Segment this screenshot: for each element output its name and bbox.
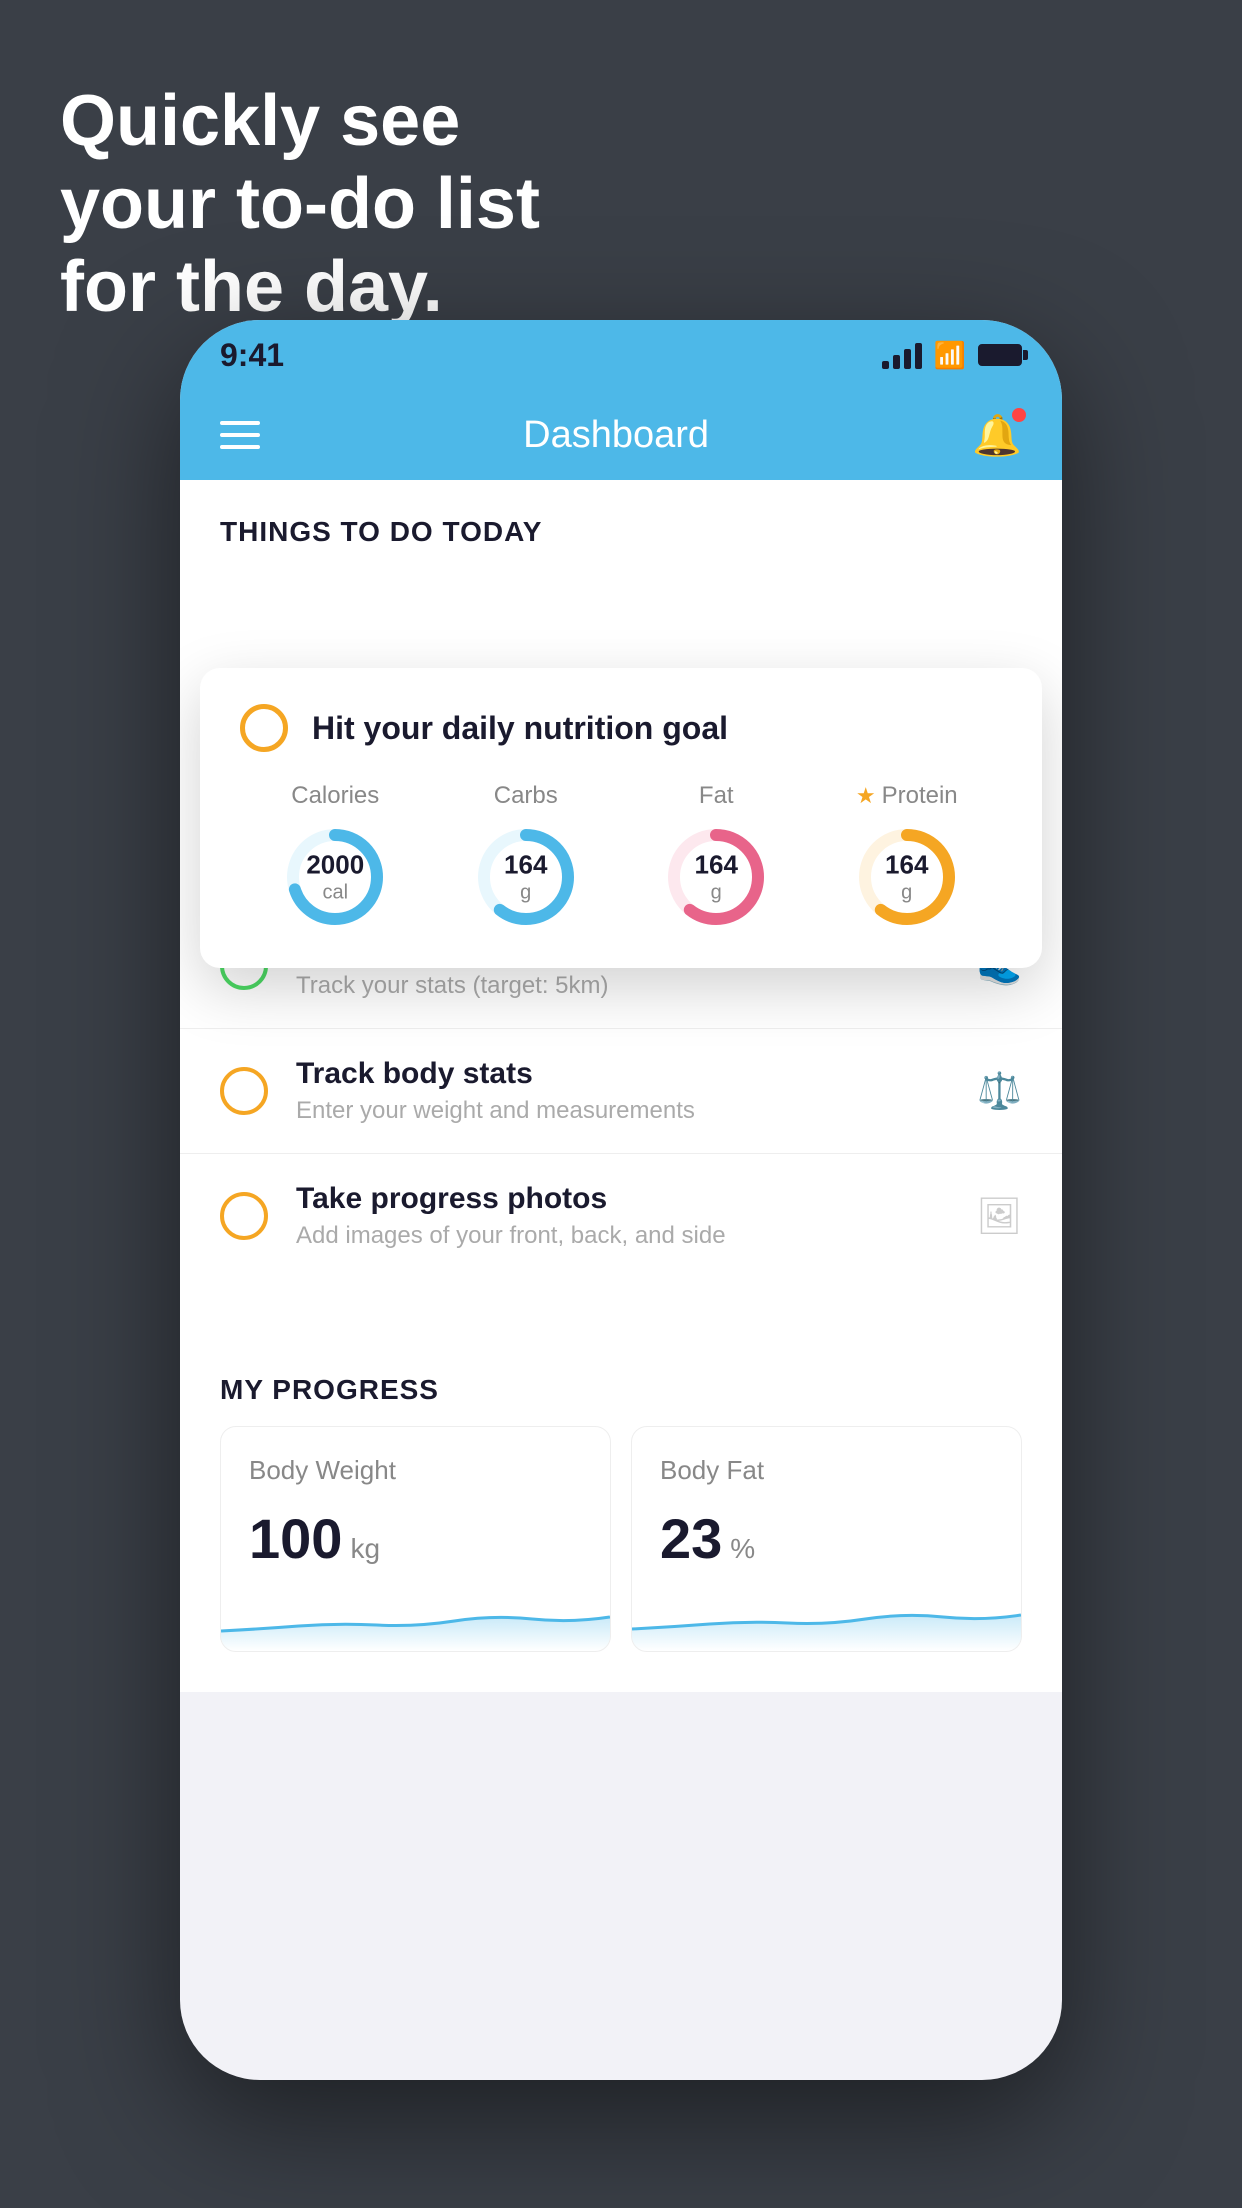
body-fat-number: 23	[660, 1506, 722, 1571]
notification-button[interactable]: 🔔	[972, 412, 1022, 459]
carbs-value: 164	[504, 849, 547, 880]
star-icon: ★	[856, 783, 876, 809]
photos-text: Take progress photos Add images of your …	[296, 1182, 976, 1250]
menu-button[interactable]	[220, 421, 260, 449]
progress-header: MY PROGRESS	[180, 1338, 1062, 1426]
carbs-unit: g	[504, 881, 547, 905]
page-headline: Quickly see your to-do list for the day.	[60, 80, 540, 328]
body-stats-title: Track body stats	[296, 1057, 977, 1091]
nutrition-card[interactable]: Hit your daily nutrition goal Calories 2…	[200, 668, 1042, 968]
fat-label: Fat	[699, 782, 734, 810]
phone-frame: 9:41 📶 Dashboard 🔔 THINGS TO DO TODAY	[180, 320, 1062, 2080]
protein-label: Protein	[882, 782, 958, 810]
nutrition-fat: Fat 164 g	[661, 782, 771, 932]
todo-item-body-stats[interactable]: Track body stats Enter your weight and m…	[180, 1029, 1062, 1154]
body-fat-chart	[632, 1591, 1021, 1651]
fat-value: 164	[695, 849, 738, 880]
body-stats-text: Track body stats Enter your weight and m…	[296, 1057, 977, 1125]
nutrition-card-title: Hit your daily nutrition goal	[312, 710, 728, 747]
scale-icon: ⚖️	[977, 1070, 1022, 1112]
fat-donut: 164 g	[661, 822, 771, 932]
progress-cards: Body Weight 100 kg	[180, 1426, 1062, 1692]
app-header: Dashboard 🔔	[180, 390, 1062, 480]
body-weight-chart	[221, 1591, 610, 1651]
protein-donut: 164 g	[852, 822, 962, 932]
body-fat-value-row: 23 %	[660, 1506, 993, 1571]
fat-unit: g	[695, 881, 738, 905]
calories-unit: cal	[306, 881, 364, 905]
headline-line3: for the day.	[60, 247, 443, 327]
nutrition-circles: Calories 2000 cal Carbs	[240, 782, 1002, 932]
todo-item-photos[interactable]: Take progress photos Add images of your …	[180, 1154, 1062, 1278]
body-weight-label: Body Weight	[249, 1455, 582, 1486]
nutrition-protein: ★ Protein 164 g	[852, 782, 962, 932]
body-weight-value-row: 100 kg	[249, 1506, 582, 1571]
nutrition-card-header: Hit your daily nutrition goal	[240, 704, 1002, 752]
protein-value: 164	[885, 849, 928, 880]
status-time: 9:41	[220, 337, 284, 374]
headline-line1: Quickly see	[60, 81, 460, 161]
header-title: Dashboard	[523, 414, 709, 457]
protein-label-wrapper: ★ Protein	[856, 782, 958, 810]
body-fat-label: Body Fat	[660, 1455, 993, 1486]
status-icons: 📶	[882, 340, 1022, 371]
notification-dot	[1012, 408, 1026, 422]
calories-value: 2000	[306, 849, 364, 880]
battery-icon	[978, 344, 1022, 366]
photos-subtitle: Add images of your front, back, and side	[296, 1222, 976, 1250]
headline-line2: your to-do list	[60, 164, 540, 244]
nutrition-carbs: Carbs 164 g	[471, 782, 581, 932]
nutrition-checkbox[interactable]	[240, 704, 288, 752]
body-weight-card[interactable]: Body Weight 100 kg	[220, 1426, 611, 1652]
portrait-icon: 🖼	[976, 1195, 1022, 1237]
body-weight-number: 100	[249, 1506, 342, 1571]
body-fat-unit: %	[730, 1533, 755, 1565]
content-area: THINGS TO DO TODAY Hit your daily nutrit…	[180, 480, 1062, 1692]
body-stats-subtitle: Enter your weight and measurements	[296, 1097, 977, 1125]
body-stats-checkbox[interactable]	[220, 1067, 268, 1115]
things-to-do-header: THINGS TO DO TODAY	[180, 480, 1062, 568]
signal-icon	[882, 341, 922, 369]
photos-title: Take progress photos	[296, 1182, 976, 1216]
body-fat-card[interactable]: Body Fat 23 %	[631, 1426, 1022, 1652]
running-subtitle: Track your stats (target: 5km)	[296, 972, 977, 1000]
carbs-donut: 164 g	[471, 822, 581, 932]
progress-section: MY PROGRESS Body Weight 100 kg	[180, 1338, 1062, 1692]
wifi-icon: 📶	[934, 340, 966, 371]
carbs-label: Carbs	[494, 782, 558, 810]
protein-unit: g	[885, 881, 928, 905]
calories-label: Calories	[291, 782, 379, 810]
calories-donut: 2000 cal	[280, 822, 390, 932]
body-weight-unit: kg	[350, 1533, 380, 1565]
status-bar: 9:41 📶	[180, 320, 1062, 390]
nutrition-calories: Calories 2000 cal	[280, 782, 390, 932]
photos-checkbox[interactable]	[220, 1192, 268, 1240]
